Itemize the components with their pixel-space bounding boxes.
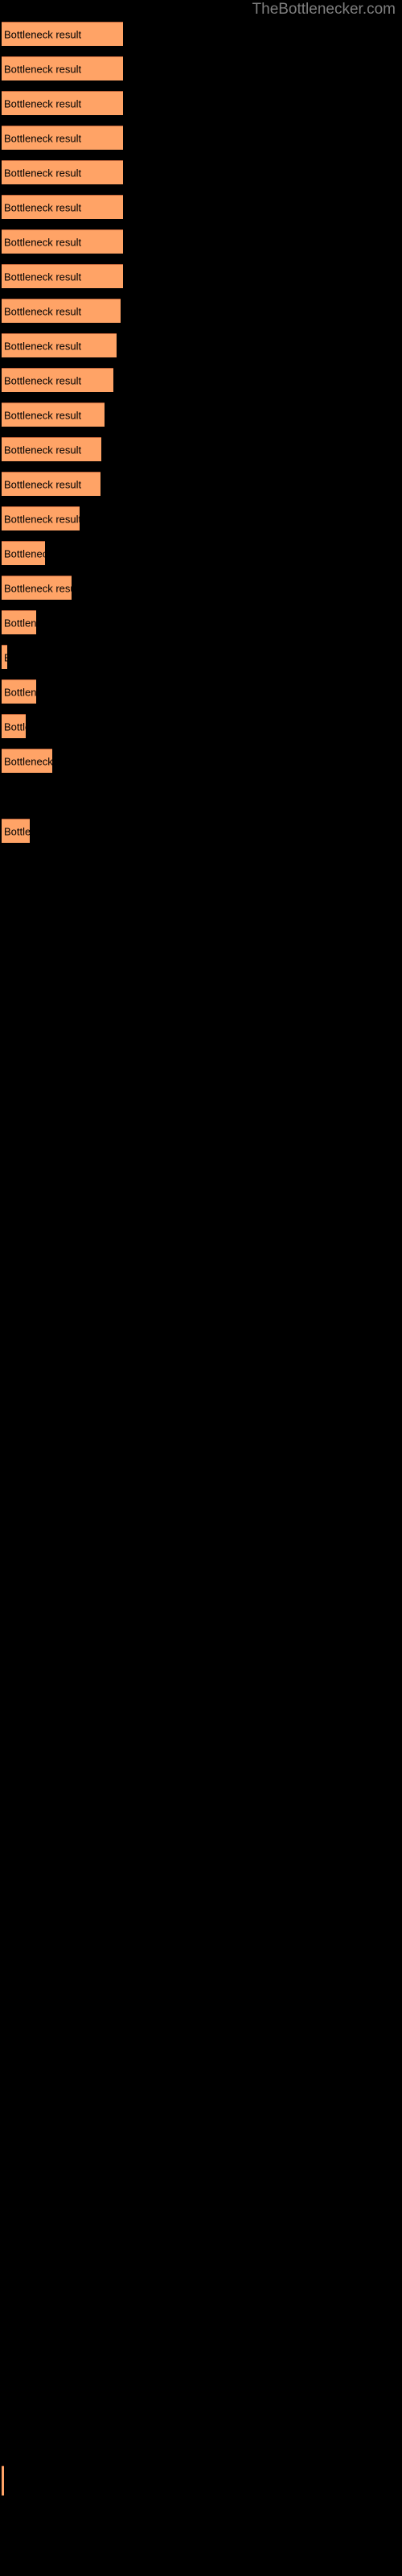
bar-label: Bottleneck result	[4, 28, 82, 40]
bar-label: Bottleneck result	[4, 825, 30, 837]
bar-result-17[interactable]: Bottleneck result	[2, 576, 72, 600]
bar-label: Bottleneck result	[4, 63, 82, 75]
bar-label: Bottleneck result	[4, 720, 26, 733]
bar-result-7[interactable]: Bottleneck result	[2, 229, 123, 254]
bar-result-8[interactable]: Bottleneck result	[2, 264, 123, 288]
bar-result-12[interactable]: Bottleneck result	[2, 402, 105, 427]
bar-result-6[interactable]: Bottleneck result	[2, 195, 123, 219]
bar-label: Bottleneck result	[4, 409, 82, 421]
bar-result-9[interactable]: Bottleneck result	[2, 299, 121, 323]
bottleneck-bar-chart: TheBottlenecker.com Bottleneck result Bot…	[0, 0, 402, 2576]
bar-label: Bottleneck result	[4, 97, 82, 109]
bar-result-21[interactable]: Bottleneck result	[2, 714, 26, 738]
bar-label: Bottleneck result	[4, 340, 82, 352]
bar-label: Bottleneck result	[4, 167, 82, 179]
bar-result-14[interactable]: Bottleneck result	[2, 472, 100, 496]
bar-label: Bottleneck result	[4, 201, 82, 213]
bar-label: Bottleneck result	[4, 755, 52, 767]
bar-label: Bottleneck result	[4, 547, 45, 559]
bar-result-5[interactable]: Bottleneck result	[2, 160, 123, 184]
bar-result-16[interactable]: Bottleneck result	[2, 541, 45, 565]
bar-label: Bottleneck result	[4, 651, 7, 663]
bar-label: Bottleneck result	[4, 617, 36, 629]
bar-result-2[interactable]: Bottleneck result	[2, 56, 123, 80]
bar-label: Bottleneck result	[4, 305, 82, 317]
bar-label: Bottleneck result	[4, 582, 72, 594]
bar-result-15[interactable]: Bottleneck result	[2, 506, 80, 530]
bar-result-13[interactable]: Bottleneck result	[2, 437, 101, 461]
bar-label: Bottleneck result	[4, 270, 82, 283]
bar-result-1[interactable]: Bottleneck result	[2, 22, 123, 46]
bars-layer: Bottleneck result Bottleneck result Bottle…	[0, 0, 402, 2576]
bar-result-20[interactable]: Bottleneck result	[2, 679, 36, 704]
bar-result-11[interactable]: Bottleneck result	[2, 368, 113, 392]
bar-result-3[interactable]: Bottleneck result	[2, 91, 123, 115]
bar-label: Bottleneck result	[4, 444, 82, 456]
bar-label: Bottleneck result	[4, 236, 82, 248]
bar-result-4[interactable]: Bottleneck result	[2, 126, 123, 150]
bar-label: Bottleneck result	[4, 686, 36, 698]
bar-label: Bottleneck result	[4, 132, 82, 144]
bar-label: Bottleneck result	[4, 478, 82, 490]
bar-result-19[interactable]: Bottleneck result	[2, 645, 7, 669]
bar-result-10[interactable]: Bottleneck result	[2, 333, 117, 357]
bar-result-22[interactable]: Bottleneck result	[2, 749, 52, 773]
bar-label: Bottleneck result	[4, 513, 80, 525]
bar-tail-sliver[interactable]	[2, 2466, 4, 2496]
bar-result-18[interactable]: Bottleneck result	[2, 610, 36, 634]
bar-label: Bottleneck result	[4, 374, 82, 386]
bar-result-23[interactable]: Bottleneck result	[2, 819, 30, 843]
